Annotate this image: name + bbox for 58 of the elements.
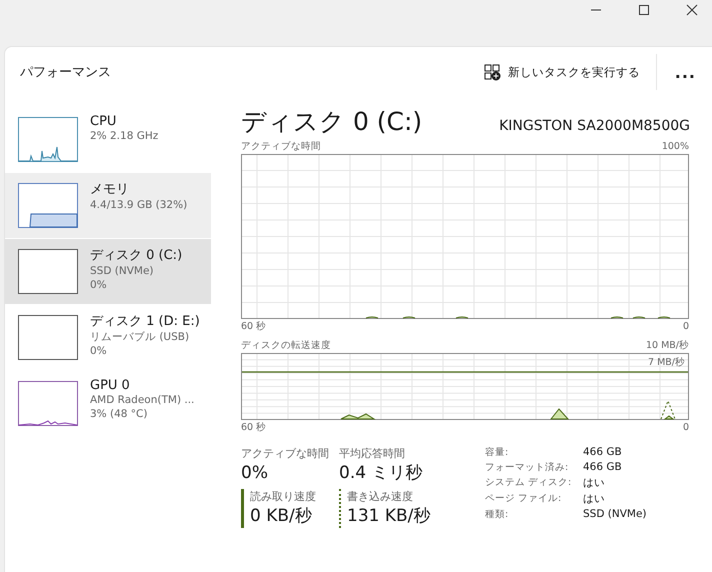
- device-info: 3% (48 °C): [90, 407, 148, 421]
- property-label: システム ディスク:: [485, 476, 572, 490]
- stat-label: アクティブな時間: [241, 446, 330, 461]
- property-value: 466 GB: [583, 446, 623, 459]
- property-label: 種類:: [485, 508, 510, 521]
- new-task-icon: [484, 64, 501, 80]
- device-info: AMD Radeon(TM) ...: [90, 393, 194, 407]
- axis-label: 0: [682, 421, 689, 434]
- chart-label: ディスクの転送速度: [241, 339, 331, 352]
- device-info: 2% 2.18 GHz: [90, 129, 158, 143]
- device-info: リムーバブル (USB): [90, 330, 190, 344]
- stat-label: 読み取り速度: [250, 489, 317, 504]
- device-name: ディスク 1 (D: E:): [90, 313, 200, 330]
- stat-label: 書き込み速度: [347, 489, 414, 504]
- disk-title: ディスク 0 (C:): [241, 106, 422, 138]
- chart-label: アクティブな時間: [241, 140, 321, 153]
- property-label: フォーマット済み:: [485, 461, 570, 474]
- chart-max-label: 10 MB/秒: [646, 339, 689, 352]
- property-label: 容量:: [485, 446, 510, 459]
- device-name: ディスク 0 (C:): [90, 247, 182, 264]
- device-name: CPU: [90, 114, 118, 129]
- axis-label: 60 秒: [241, 421, 266, 434]
- maximize-icon[interactable]: [638, 4, 650, 16]
- property-value: はい: [583, 476, 606, 490]
- sidebar-item[interactable]: CPU 2% 2.18 GHz: [5, 107, 211, 172]
- sidebar-item[interactable]: ディスク 0 (C:) SSD (NVMe) 0%: [5, 239, 211, 304]
- thumbnail-graph: [18, 315, 78, 360]
- device-info: 0%: [90, 344, 108, 358]
- threshold-label: 7 MB/秒: [648, 356, 685, 369]
- close-icon[interactable]: [686, 4, 698, 16]
- chart-max-label: 100%: [662, 140, 689, 153]
- thumbnail-graph: [18, 381, 78, 426]
- page-title: パフォーマンス: [20, 64, 111, 81]
- device-info: 0%: [90, 278, 108, 292]
- stat-label: 平均応答時間: [339, 446, 406, 461]
- device-info: 4.4/13.9 GB (32%): [90, 198, 188, 212]
- device-info: SSD (NVMe): [90, 264, 155, 278]
- thumbnail-graph: [18, 183, 78, 228]
- sidebar-item[interactable]: メモリ 4.4/13.9 GB (32%): [5, 173, 211, 238]
- disk-model: KINGSTON SA2000M8500G: [499, 118, 690, 134]
- stat-value: 131 KB/秒: [347, 505, 432, 528]
- device-name: メモリ: [90, 181, 130, 198]
- property-value: 466 GB: [583, 461, 623, 474]
- stat-value: 0.4 ミリ秒: [339, 462, 424, 485]
- sidebar-item[interactable]: GPU 0 AMD Radeon(TM) ... 3% (48 °C): [5, 371, 211, 436]
- axis-label: 60 秒: [241, 320, 266, 333]
- stat-value: 0%: [241, 462, 269, 485]
- property-value: SSD (NVMe): [583, 508, 647, 521]
- axis-label: 0: [682, 320, 689, 333]
- device-name: GPU 0: [90, 378, 131, 393]
- sidebar-item[interactable]: ディスク 1 (D: E:) リムーバブル (USB) 0%: [5, 305, 211, 370]
- more-button[interactable]: ...: [670, 62, 700, 82]
- stat-value: 0 KB/秒: [250, 505, 313, 528]
- property-value: はい: [583, 492, 606, 506]
- thumbnail-graph: [18, 117, 78, 162]
- run-new-task-button[interactable]: 新しいタスクを実行する: [482, 60, 642, 84]
- property-label: ページ ファイル:: [485, 492, 562, 506]
- thumbnail-graph: [18, 249, 78, 294]
